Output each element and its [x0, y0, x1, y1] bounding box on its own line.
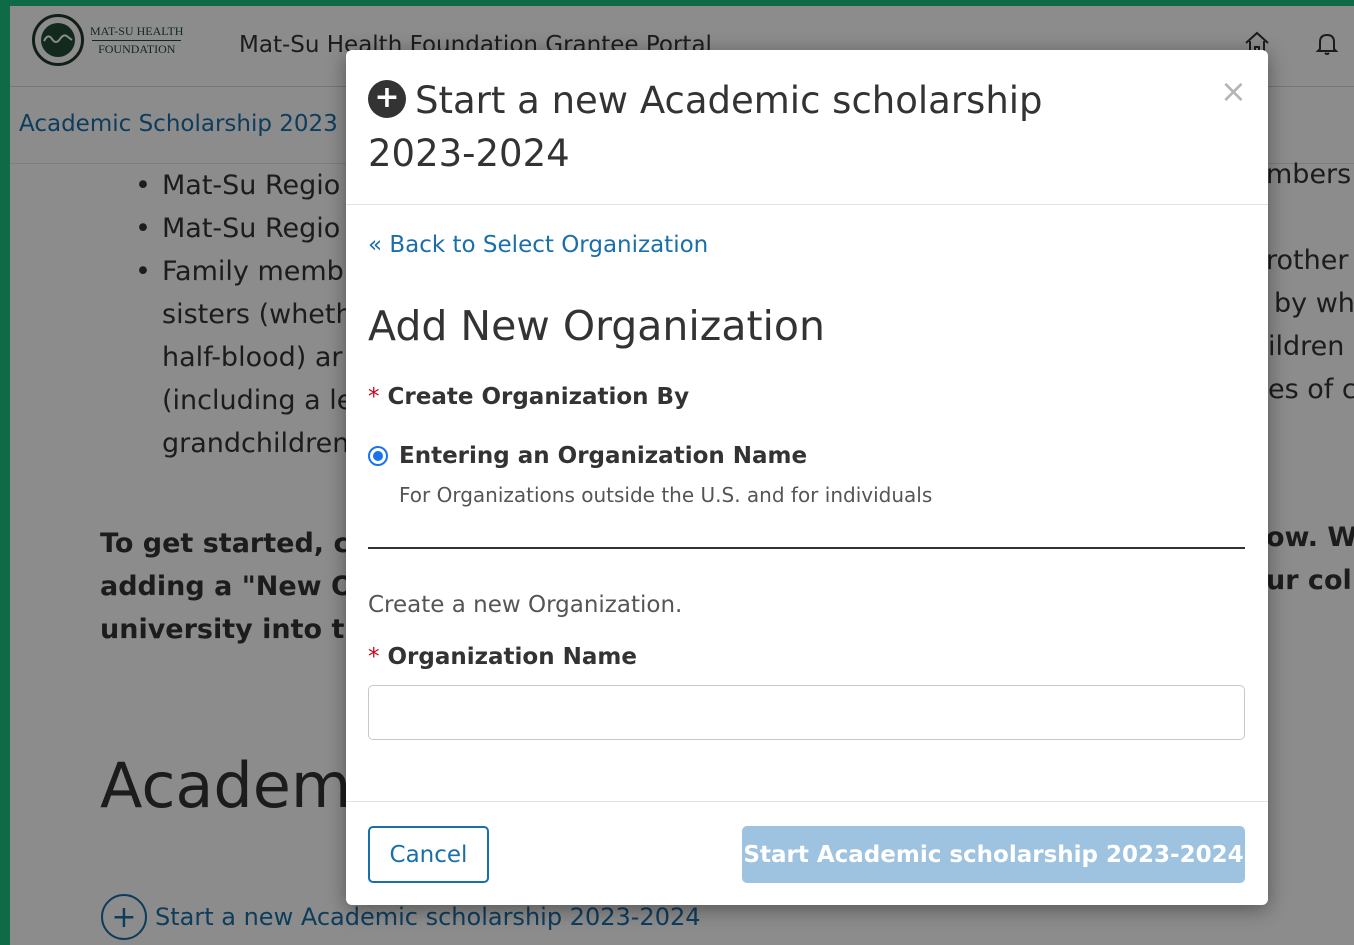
organization-name-input[interactable] [368, 685, 1245, 740]
close-icon[interactable]: × [1220, 72, 1247, 110]
radio-label[interactable]: Entering an Organization Name [399, 443, 807, 469]
start-application-modal: + Start a new Academic scholarship 2023-… [346, 50, 1268, 905]
start-scholarship-button[interactable]: Start Academic scholarship 2023-2024 [742, 826, 1245, 883]
required-marker: * [368, 384, 380, 410]
cancel-button[interactable]: Cancel [368, 826, 489, 883]
organization-name-label: * Organization Name [368, 644, 637, 670]
create-by-label: * Create Organization By [368, 384, 690, 410]
organization-name-radio[interactable] [368, 446, 388, 466]
modal-header: + Start a new Academic scholarship 2023-… [346, 50, 1268, 205]
add-new-organization-heading: Add New Organization [368, 302, 825, 350]
divider [368, 547, 1245, 549]
modal-title: Start a new Academic scholarship 2023-20… [368, 79, 1043, 175]
radio-help-text: For Organizations outside the U.S. and f… [399, 483, 933, 507]
create-organization-text: Create a new Organization. [368, 592, 683, 618]
modal-footer: Cancel Start Academic scholarship 2023-2… [346, 801, 1268, 905]
back-to-select-organization-link[interactable]: « Back to Select Organization [368, 232, 708, 258]
required-marker: * [368, 644, 380, 670]
